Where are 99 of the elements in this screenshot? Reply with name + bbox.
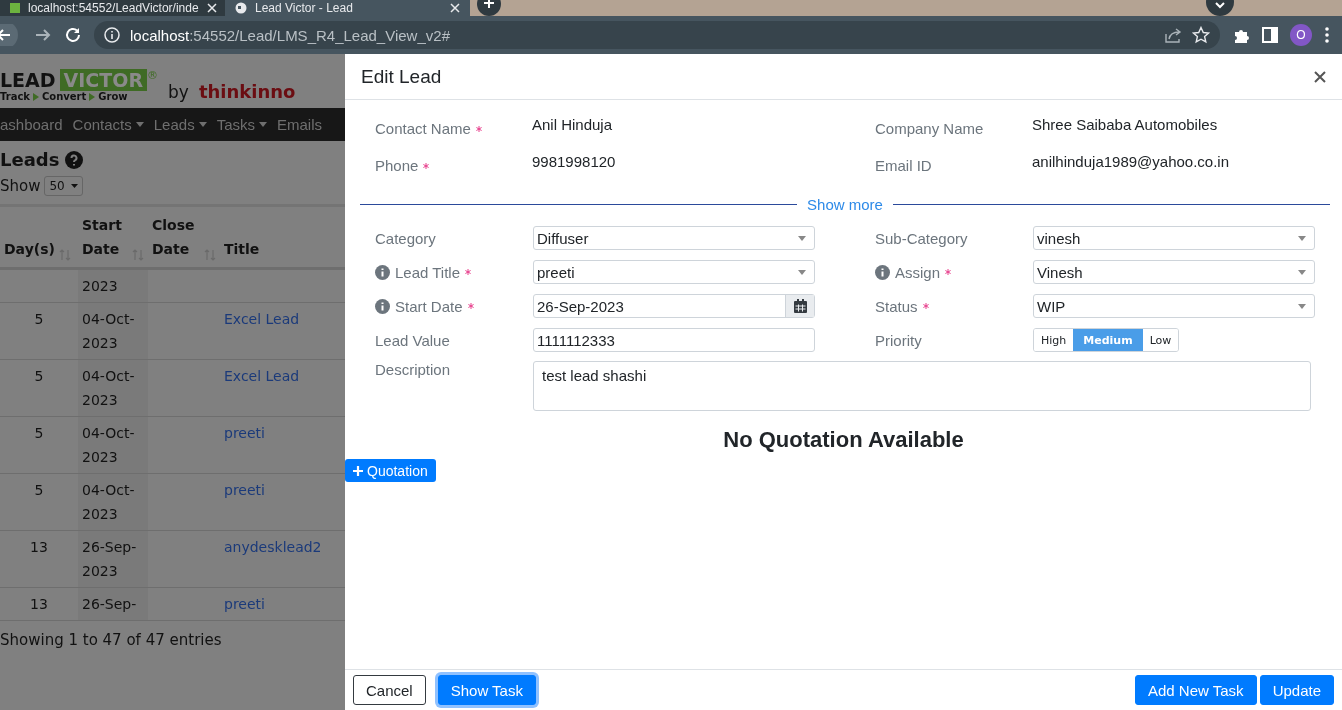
required-icon — [423, 162, 430, 169]
logo-by-text: by — [168, 82, 189, 102]
nav-item[interactable]: Emails — [277, 116, 322, 133]
nav-item[interactable]: Contacts — [72, 116, 144, 133]
field-value: Anil Hinduja — [532, 116, 613, 133]
field-label: Company Name — [875, 119, 985, 137]
tagline-text: Track — [0, 91, 30, 102]
info-icon — [104, 27, 120, 43]
browser-tab[interactable]: Lead Victor - Lead — [225, 0, 470, 16]
caret-icon — [259, 122, 267, 127]
date-field[interactable]: 26-Sep-2023 — [533, 294, 815, 318]
field-label: Sub-Category — [875, 229, 969, 247]
select-field[interactable]: WIP — [1033, 294, 1315, 318]
select-field[interactable]: Vinesh — [1033, 260, 1315, 284]
caret-icon — [70, 184, 78, 188]
logo-text: LEAD — [0, 69, 56, 91]
field-value: anilhinduja1989@yahoo.co.in — [1032, 153, 1230, 170]
tab-search-icon[interactable] — [1206, 0, 1234, 16]
field-label: Description — [375, 361, 452, 378]
show-more-link[interactable]: Show more — [797, 196, 893, 213]
close-icon — [450, 3, 460, 13]
required-icon — [465, 269, 472, 275]
field-label: Lead Title — [375, 263, 533, 281]
field-label: Start Date — [375, 297, 533, 315]
caret-icon — [1298, 303, 1306, 309]
nav-item[interactable]: ashboard — [0, 116, 63, 133]
tagline-text: Convert — [42, 91, 87, 102]
caret-icon — [1298, 235, 1306, 241]
priority-option[interactable]: Medium — [1073, 329, 1143, 351]
page-title: Leads — [0, 149, 60, 170]
company-logo-text: thinkinno — [198, 81, 296, 102]
profile-avatar[interactable]: O — [1290, 24, 1312, 46]
close-icon[interactable] — [1314, 70, 1326, 83]
star-icon[interactable] — [1192, 26, 1210, 44]
select-field[interactable]: Diffuser — [533, 226, 815, 250]
secondary-button[interactable]: Cancel — [353, 675, 426, 705]
help-icon — [65, 150, 84, 169]
required-icon — [922, 303, 929, 309]
caret-icon — [198, 122, 207, 127]
info-icon — [375, 264, 390, 280]
select-field[interactable]: vinesh — [1033, 226, 1315, 250]
required-icon — [475, 125, 482, 132]
caret-icon — [135, 122, 144, 127]
required-icon — [467, 303, 474, 309]
reload-icon[interactable] — [64, 26, 82, 44]
sidebar-icon[interactable] — [1262, 27, 1278, 43]
nav-item[interactable]: Leads — [153, 116, 207, 133]
field-label: Lead Value — [375, 331, 451, 349]
description-field[interactable]: test lead shashi — [533, 361, 1311, 411]
browser-tab[interactable]: localhost:54552/LeadVictor/inde — [0, 0, 225, 16]
play-icon — [33, 92, 39, 101]
caret-icon — [798, 235, 806, 241]
primary-button[interactable]: Add New Task — [1135, 675, 1257, 705]
field-value: 9981998120 — [532, 153, 616, 170]
globe-icon — [235, 2, 247, 14]
registered-mark: ® — [147, 69, 159, 82]
page-size-select[interactable]: 50 — [44, 176, 83, 196]
logo-text: VICTOR — [59, 69, 148, 91]
show-label: Show — [0, 177, 41, 195]
share-icon[interactable] — [1164, 26, 1182, 44]
info-icon — [875, 264, 890, 280]
no-quotation-heading: No Quotation Available — [723, 427, 964, 453]
field-label: Contact Name — [375, 116, 532, 137]
table-info: Showing 1 to 47 of 47 entries — [0, 630, 223, 651]
nav-item[interactable]: Tasks — [216, 116, 267, 133]
modal-title: Edit Lead — [361, 65, 442, 88]
close-icon — [206, 3, 217, 13]
select-field[interactable]: preeti — [533, 260, 815, 284]
field-label: Assign — [875, 263, 1033, 281]
table-cell: 04-Oct-2023 — [78, 416, 148, 474]
table-cell: 04-Oct-2023 — [78, 302, 148, 360]
field-label: Email ID — [875, 156, 933, 174]
primary-button[interactable]: Show Task — [437, 675, 536, 705]
required-icon — [945, 269, 952, 275]
table-cell: 2023 — [78, 268, 148, 303]
caret-icon — [798, 269, 806, 275]
field-label: Phone — [375, 153, 532, 174]
caret-icon — [1298, 269, 1306, 275]
info-icon — [375, 298, 390, 314]
text-field[interactable]: 1111112333 — [533, 328, 815, 352]
table-cell: 26-Sep-2023 — [78, 530, 148, 588]
menu-icon[interactable] — [1324, 26, 1330, 44]
table-cell: 04-Oct-2023 — [78, 359, 148, 417]
favicon-icon — [10, 3, 20, 13]
field-label: Priority — [875, 331, 923, 349]
field-label: Category — [375, 229, 437, 247]
field-value: Shree Saibaba Automobiles — [1032, 116, 1218, 133]
tagline-text: Grow — [98, 91, 128, 102]
table-cell: 26-Sep- — [78, 587, 148, 621]
plus-icon — [353, 465, 363, 476]
calendar-icon[interactable] — [793, 299, 807, 313]
play-icon — [89, 92, 96, 101]
column-header[interactable]: Day(s) — [0, 207, 78, 269]
new-tab-icon[interactable] — [476, 0, 502, 16]
field-label: Status — [875, 297, 1033, 315]
table-cell: 04-Oct-2023 — [78, 473, 148, 531]
add-quotation-button[interactable]: Quotation — [345, 459, 436, 482]
primary-button[interactable]: Update — [1259, 675, 1334, 705]
column-header[interactable]: Close Date — [148, 207, 220, 269]
